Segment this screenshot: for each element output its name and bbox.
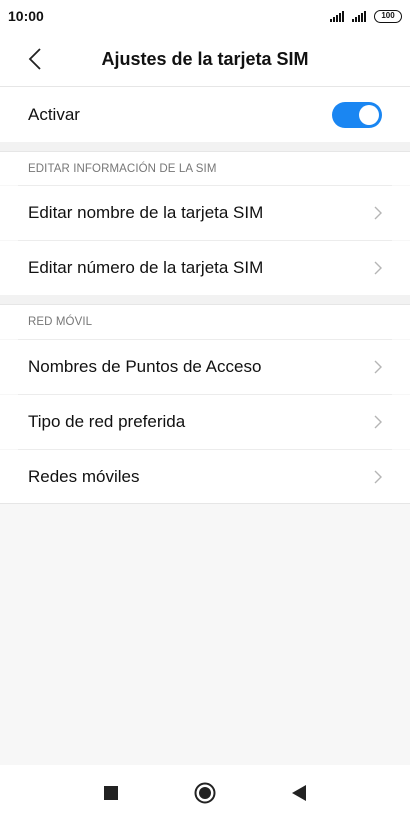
chevron-right-icon xyxy=(372,260,384,276)
activate-toggle[interactable] xyxy=(332,101,382,128)
signal-icon-2 xyxy=(352,10,366,22)
back-nav-button[interactable] xyxy=(287,781,311,805)
mobile-networks-label: Redes móviles xyxy=(28,466,140,486)
chevron-right-icon xyxy=(372,414,384,430)
chevron-left-icon xyxy=(28,48,41,70)
status-time: 10:00 xyxy=(8,8,44,24)
battery-icon: 100 xyxy=(374,9,402,23)
preferred-network-row[interactable]: Tipo de red preferida xyxy=(0,395,410,449)
app-header: Ajustes de la tarjeta SIM xyxy=(0,32,410,86)
activate-label: Activar xyxy=(28,104,80,124)
page-title: Ajustes de la tarjeta SIM xyxy=(101,48,309,69)
section-header-network: RED MÓVIL xyxy=(0,305,410,339)
edit-sim-name-row[interactable]: Editar nombre de la tarjeta SIM xyxy=(0,186,410,240)
navigation-bar xyxy=(0,765,410,820)
section-header-sim: EDITAR INFORMACIÓN DE LA SIM xyxy=(0,152,410,185)
status-bar: 10:00 100 xyxy=(0,0,410,32)
home-button[interactable] xyxy=(193,781,217,805)
edit-sim-name-label: Editar nombre de la tarjeta SIM xyxy=(28,203,264,222)
toggle-knob xyxy=(359,104,379,125)
apn-label: Nombres de Puntos de Acceso xyxy=(28,357,262,376)
mobile-networks-row[interactable]: Redes móviles xyxy=(0,450,410,503)
chevron-right-icon xyxy=(372,359,384,375)
signal-icon xyxy=(330,10,344,22)
chevron-right-icon xyxy=(372,469,384,485)
home-circle-icon xyxy=(194,782,216,803)
back-button[interactable] xyxy=(20,44,50,74)
preferred-network-label: Tipo de red preferida xyxy=(28,412,186,431)
divider xyxy=(0,503,410,504)
apn-row[interactable]: Nombres de Puntos de Acceso xyxy=(0,340,410,394)
edit-sim-number-label: Editar número de la tarjeta SIM xyxy=(28,258,264,277)
recents-square-icon xyxy=(104,785,118,800)
recents-button[interactable] xyxy=(99,781,123,805)
chevron-right-icon xyxy=(372,205,384,221)
activate-row[interactable]: Activar xyxy=(0,87,410,142)
edit-sim-number-row[interactable]: Editar número de la tarjeta SIM xyxy=(0,241,410,295)
back-triangle-icon xyxy=(292,784,306,801)
status-icons: 100 xyxy=(330,9,402,23)
